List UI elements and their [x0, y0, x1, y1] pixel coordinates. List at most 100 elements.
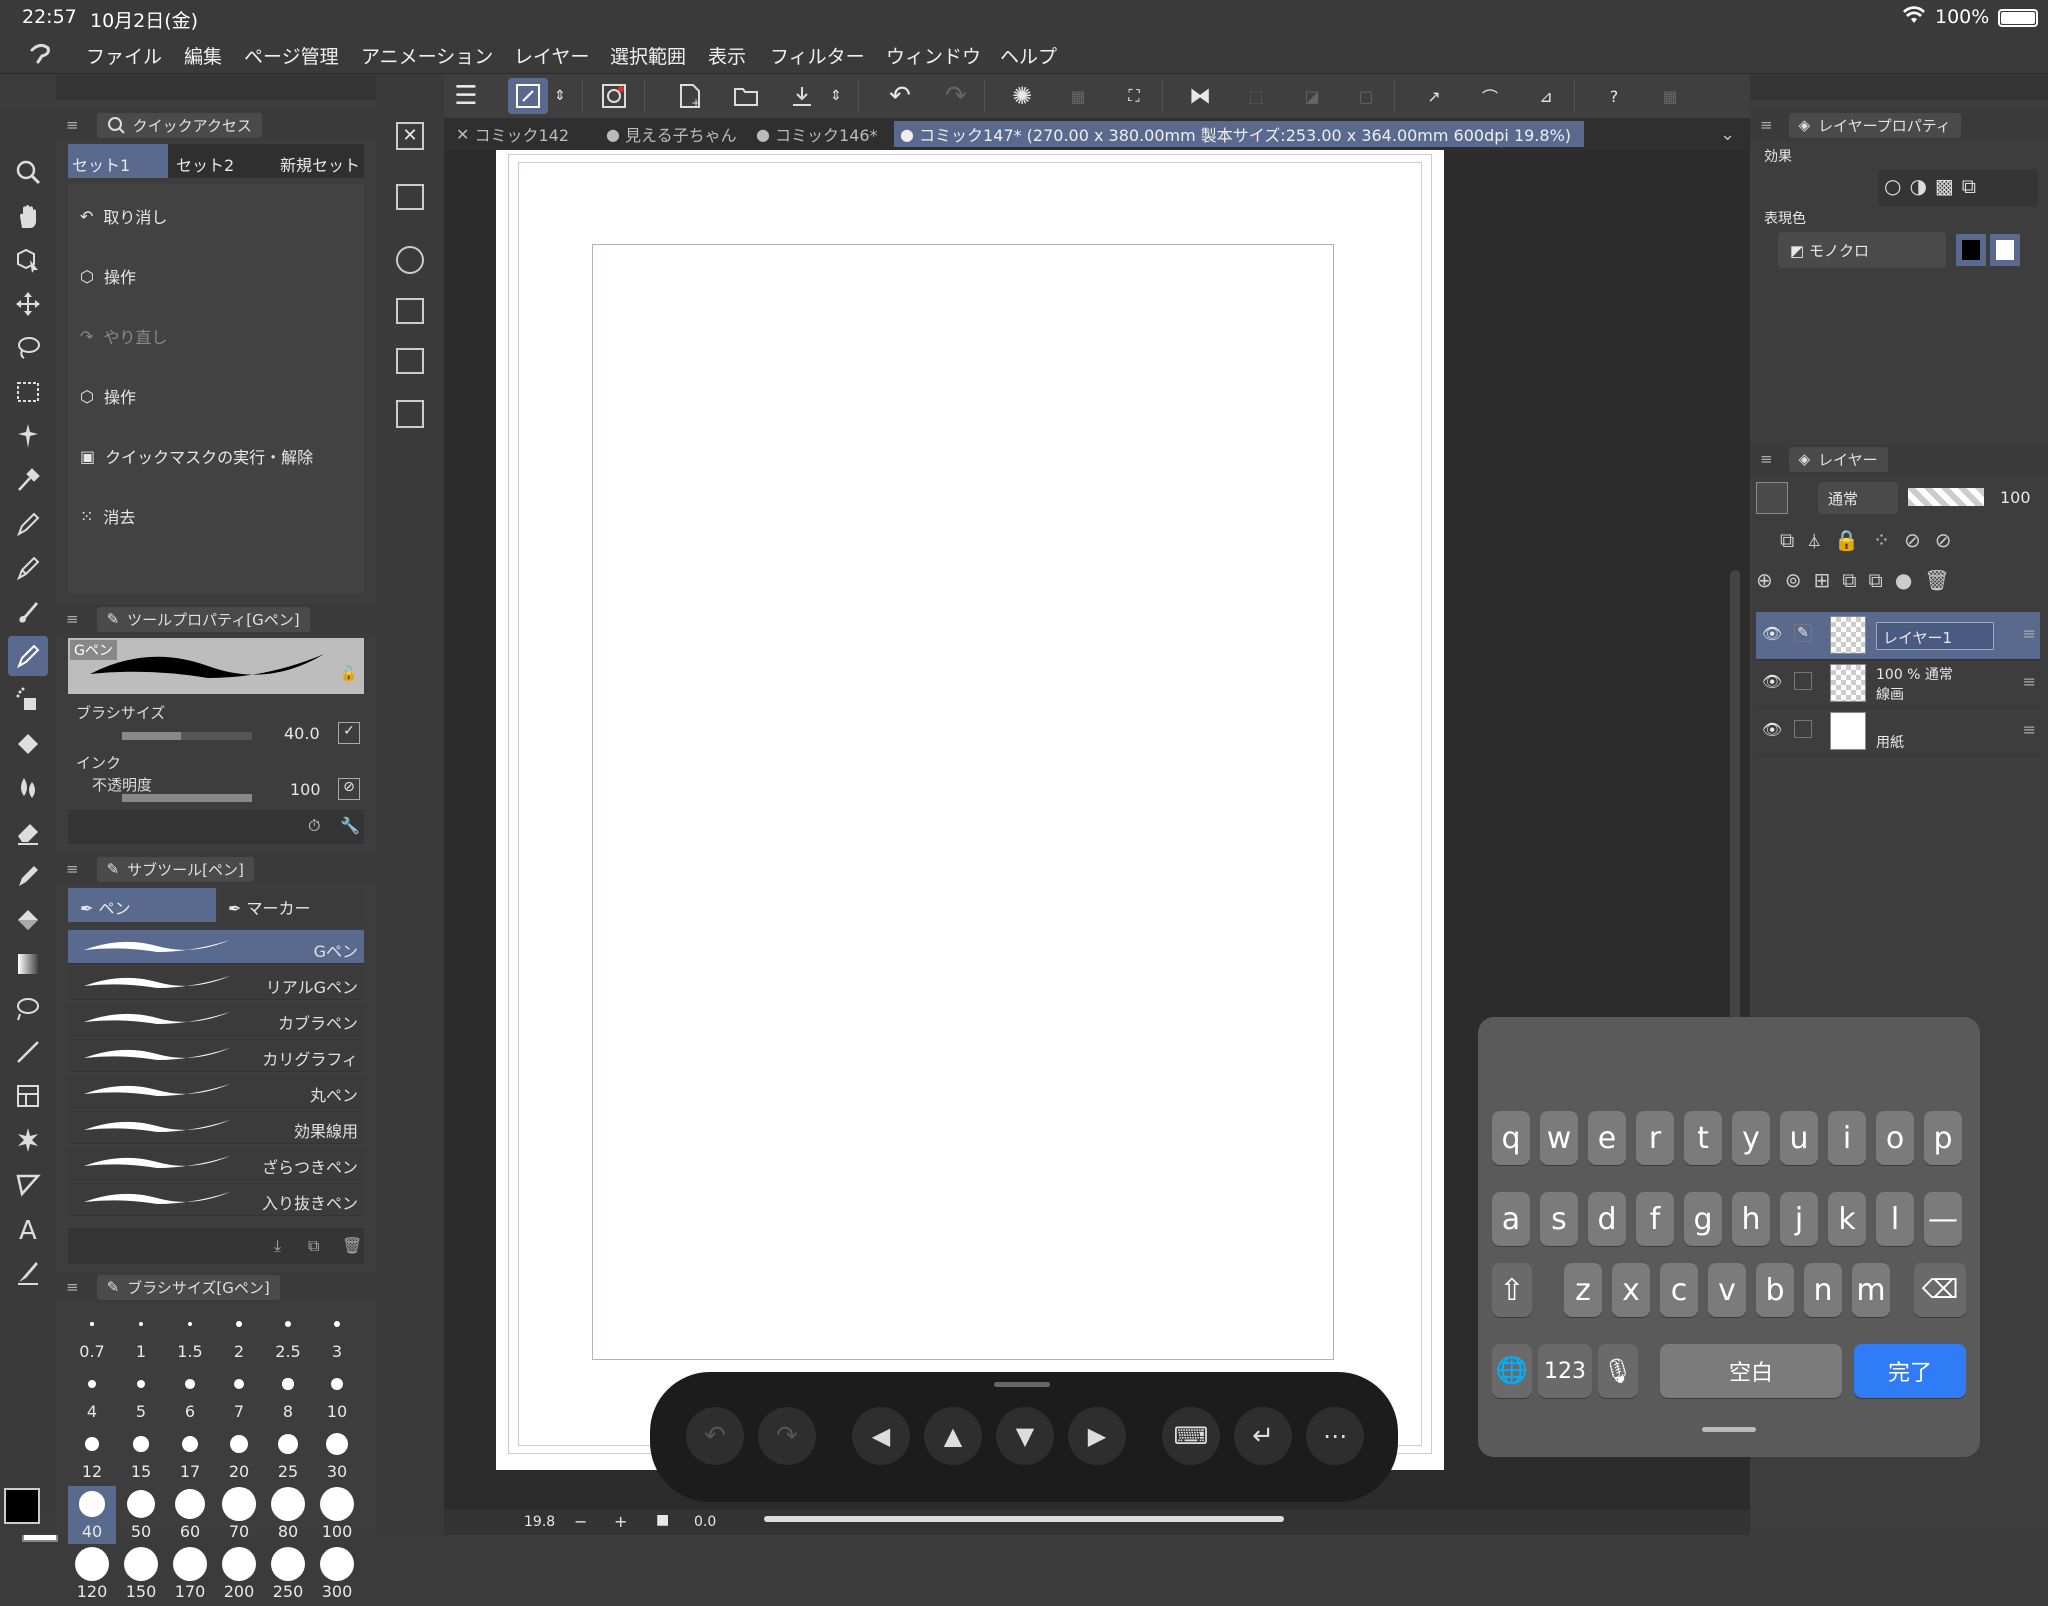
settings-wrench-icon[interactable]: 🔧: [340, 816, 360, 835]
panel-menu-icon[interactable]: ≡: [1760, 450, 1773, 468]
ruler-snap-icon[interactable]: ↗: [1414, 78, 1454, 114]
brush-size-option[interactable]: 5: [117, 1366, 165, 1424]
key-2-4[interactable]: g: [1684, 1192, 1722, 1246]
effect-buttons[interactable]: ○◑▩⧉: [1878, 170, 2038, 206]
qa-operation-1[interactable]: ⬡ 操作: [80, 264, 136, 288]
arrow-down-icon[interactable]: ▼: [996, 1407, 1054, 1465]
brush-size-option[interactable]: 7: [215, 1366, 263, 1424]
menu-selection[interactable]: 選択範囲: [610, 42, 686, 69]
key-1-3[interactable]: r: [1636, 1111, 1674, 1165]
backspace-key[interactable]: ⌫: [1914, 1263, 1966, 1317]
redo-icon[interactable]: ↷: [758, 1407, 816, 1465]
import-icon[interactable]: ⤓: [274, 1236, 281, 1256]
navigator-icon[interactable]: ✕: [396, 122, 424, 150]
pressure-toggle-icon[interactable]: ✓: [338, 722, 360, 744]
keyboard-drag-handle[interactable]: [1702, 1427, 1756, 1432]
key-1-7[interactable]: i: [1828, 1111, 1866, 1165]
key-3-5[interactable]: n: [1804, 1263, 1842, 1317]
key-1-8[interactable]: o: [1876, 1111, 1914, 1165]
brush-size-option[interactable]: 1.5: [166, 1306, 214, 1364]
text-tool-icon[interactable]: A: [8, 1208, 48, 1248]
globe-key[interactable]: 🌐: [1492, 1344, 1532, 1398]
crop-icon[interactable]: ⛶: [1114, 78, 1154, 114]
layer-menu-icon[interactable]: ≡: [2023, 720, 2036, 739]
selection-layer-icon[interactable]: ▦: [1650, 78, 1690, 114]
panel-menu-icon[interactable]: ≡: [1760, 116, 1773, 134]
opacity-slider[interactable]: [122, 794, 252, 802]
quick-access-tab[interactable]: クイックアクセス: [96, 112, 262, 138]
timeline-icon[interactable]: [396, 348, 424, 374]
key-3-2[interactable]: c: [1660, 1263, 1698, 1317]
eyedropper-icon[interactable]: [8, 460, 48, 500]
brush-size-option[interactable]: 300: [313, 1546, 361, 1604]
set2-tab[interactable]: セット2: [172, 144, 272, 178]
color-set-icon[interactable]: [396, 298, 424, 324]
opacity-pressure-icon[interactable]: ⊘: [338, 778, 360, 800]
rect-select-icon[interactable]: [8, 372, 48, 412]
balloon-tool-icon[interactable]: [8, 1164, 48, 1204]
airbrush-icon[interactable]: [8, 680, 48, 720]
shift-key[interactable]: ⇧: [1492, 1263, 1532, 1317]
brush-row[interactable]: Gペン: [68, 930, 364, 964]
decoration-icon[interactable]: [8, 724, 48, 764]
stepper-icon[interactable]: ⇕: [824, 78, 848, 114]
brush-size-option[interactable]: 4: [68, 1366, 116, 1424]
brush-size-option[interactable]: 6: [166, 1366, 214, 1424]
qa-undo[interactable]: ↶ 取り消し: [80, 204, 167, 228]
layer-action-icons[interactable]: ⊕⊚⊞⧉⧉●🗑: [1756, 568, 2046, 602]
effect-line-icon[interactable]: [8, 1120, 48, 1160]
line-tool-icon[interactable]: [8, 1032, 48, 1072]
menu-layer[interactable]: レイヤー: [514, 42, 589, 69]
key-2-9[interactable]: —: [1924, 1192, 1962, 1246]
tabs-overflow-chevron-icon[interactable]: ⌄: [1714, 121, 1741, 147]
clear-outside-icon[interactable]: ▦: [1058, 78, 1098, 114]
new-file-icon[interactable]: +: [670, 78, 710, 114]
qa-clear[interactable]: ⁙ 消去: [80, 504, 135, 528]
key-1-2[interactable]: e: [1588, 1111, 1626, 1165]
color-mode-select[interactable]: ◩ モノクロ: [1778, 232, 1946, 268]
stepper-icon[interactable]: ⇕: [548, 78, 572, 114]
layer-edit-icon[interactable]: [1794, 672, 1812, 690]
microphone-key[interactable]: 🎙: [1598, 1344, 1638, 1398]
panel-menu-icon[interactable]: ≡: [66, 116, 79, 134]
key-1-0[interactable]: q: [1492, 1111, 1530, 1165]
brush-row[interactable]: 効果線用: [68, 1110, 364, 1144]
brush-size-option[interactable]: 3: [313, 1306, 361, 1364]
key-1-4[interactable]: t: [1684, 1111, 1722, 1165]
hamburger-menu-icon[interactable]: ☰: [446, 78, 486, 114]
layer-opacity-value[interactable]: 100: [2000, 488, 2031, 507]
tab-comic147[interactable]: ● コミック147* (270.00 x 380.00mm 製本サイズ:253.…: [894, 121, 1584, 147]
more-icon[interactable]: ⋯: [1306, 1407, 1364, 1465]
zoom-tool-icon[interactable]: [8, 152, 48, 192]
sub-tool-group-pen[interactable]: ✒ ペン: [68, 888, 216, 922]
key-2-6[interactable]: j: [1780, 1192, 1818, 1246]
brush-size-option[interactable]: 10: [313, 1366, 361, 1424]
key-2-8[interactable]: l: [1876, 1192, 1914, 1246]
layer-menu-icon[interactable]: ≡: [2023, 672, 2036, 691]
brush-size-option[interactable]: 200: [215, 1546, 263, 1604]
key-2-0[interactable]: a: [1492, 1192, 1530, 1246]
lock-icon[interactable]: 🔓: [340, 666, 357, 682]
eye-icon[interactable]: 👁: [1762, 624, 1782, 643]
save-icon[interactable]: [782, 78, 822, 114]
correct-line-icon[interactable]: [8, 1252, 48, 1292]
return-icon[interactable]: ↵: [1234, 1407, 1292, 1465]
tab-comic142[interactable]: ✕ コミック142: [450, 121, 575, 147]
layer-edit-icon[interactable]: [1794, 720, 1812, 738]
gradient-tool-icon[interactable]: [8, 944, 48, 984]
brush-size-slider[interactable]: [122, 732, 252, 740]
key-3-6[interactable]: m: [1852, 1263, 1890, 1317]
tab-comic146[interactable]: ● コミック146*: [750, 121, 884, 147]
tool-property-tab[interactable]: ✎ ツールプロパティ[Gペン]: [96, 606, 310, 632]
layer-color-icon[interactable]: [1756, 482, 1788, 514]
edit-mode-icon[interactable]: [508, 78, 548, 114]
brush-row[interactable]: 入り抜きペン: [68, 1182, 364, 1216]
brush-row[interactable]: カリグラフィ: [68, 1038, 364, 1072]
layer-edit-icon[interactable]: ✎: [1794, 624, 1812, 642]
brush-size-option[interactable]: 8: [264, 1366, 312, 1424]
key-1-9[interactable]: p: [1924, 1111, 1962, 1165]
pencil-tool-icon[interactable]: [8, 548, 48, 588]
move-tool-icon[interactable]: [8, 284, 48, 324]
qa-quickmask[interactable]: ▣ クイックマスクの実行・解除: [80, 444, 313, 468]
space-key[interactable]: 空白: [1660, 1344, 1842, 1398]
